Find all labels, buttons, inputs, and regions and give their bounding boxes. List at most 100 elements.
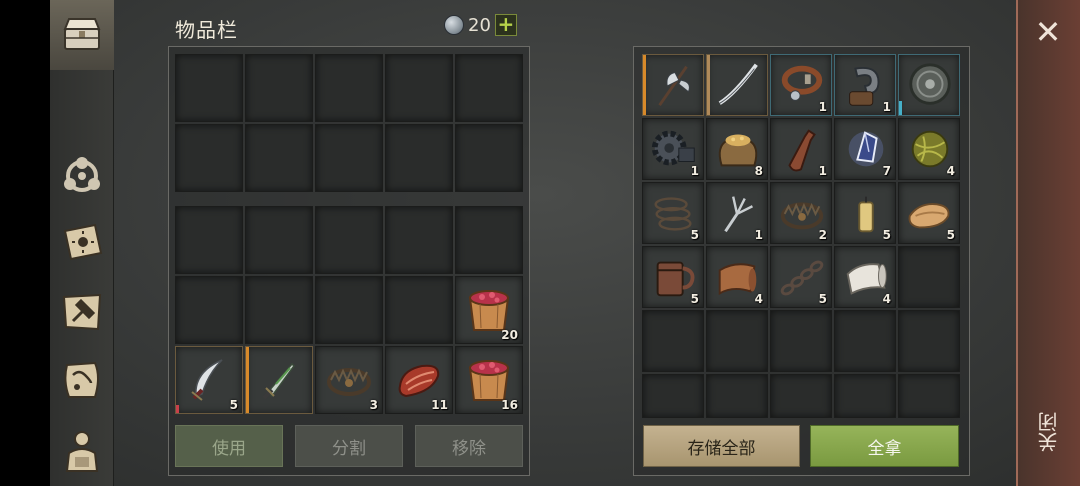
empty-slot[interactable] <box>315 54 383 122</box>
durability-bar <box>707 55 710 115</box>
empty-slot[interactable] <box>834 310 896 372</box>
inventory-slot-green-dagger[interactable] <box>245 346 313 414</box>
storage-slot-candle[interactable]: 5 <box>834 182 896 244</box>
currency-value: 20 <box>468 14 491 36</box>
empty-slot[interactable] <box>175 54 243 122</box>
empty-slot[interactable] <box>898 246 960 308</box>
store-all-button[interactable]: 存储全部 <box>643 425 800 467</box>
inventory-slot-bear-trap[interactable]: 3 <box>315 346 383 414</box>
empty-slot[interactable] <box>770 310 832 372</box>
storage-slot-halberd[interactable] <box>642 54 704 116</box>
storage-slot-herb-ball[interactable]: 4 <box>898 118 960 180</box>
item-quantity: 5 <box>690 228 699 242</box>
durability-bar <box>176 405 179 413</box>
storage-slot-crystal-shard[interactable]: 7 <box>834 118 896 180</box>
currency-display: 20 + <box>444 14 517 36</box>
empty-slot[interactable] <box>706 374 768 418</box>
item-quantity: 1 <box>882 100 891 114</box>
empty-slot[interactable] <box>315 124 383 192</box>
empty-slot[interactable] <box>175 124 243 192</box>
map-scroll-icon[interactable] <box>54 352 110 408</box>
item-quantity: 4 <box>754 292 763 306</box>
dagger-icon <box>262 362 295 400</box>
building-hammer-icon[interactable] <box>54 284 110 340</box>
empty-slot[interactable] <box>175 206 243 274</box>
storage-slot-leather-scroll[interactable]: 4 <box>706 246 768 308</box>
storage-slot-iron-hook[interactable]: 1 <box>834 54 896 116</box>
storage-slot-gear-parts[interactable]: 1 <box>642 118 704 180</box>
inventory-slot-berry-bucket[interactable]: 16 <box>455 346 523 414</box>
empty-slot[interactable] <box>455 124 523 192</box>
item-quantity: 11 <box>431 398 448 412</box>
item-quantity: 1 <box>690 164 699 178</box>
round-shield-icon <box>909 63 951 105</box>
crafting-tree-icon[interactable] <box>54 146 110 202</box>
storage-slot-rope[interactable]: 5 <box>642 182 704 244</box>
add-currency-button[interactable]: + <box>494 14 517 36</box>
storage-slot-paper-scroll[interactable]: 4 <box>834 246 896 308</box>
empty-slot[interactable] <box>245 206 313 274</box>
empty-slot[interactable] <box>315 276 383 344</box>
inventory-slot-scimitar[interactable]: 5 <box>175 346 243 414</box>
empty-slot[interactable] <box>642 310 704 372</box>
empty-slot[interactable] <box>245 54 313 122</box>
empty-slot[interactable] <box>385 206 453 274</box>
empty-slot[interactable] <box>385 124 453 192</box>
storage-slot-bear-trap[interactable]: 2 <box>770 182 832 244</box>
empty-slot[interactable] <box>245 124 313 192</box>
empty-slot[interactable] <box>455 54 523 122</box>
take-all-button[interactable]: 全拿 <box>810 425 959 467</box>
split-button[interactable]: 分割 <box>295 425 403 467</box>
pocket-grid: 20 5 3 11 16 <box>175 206 523 414</box>
item-quantity: 5 <box>946 228 955 242</box>
storage-slot-leather-collar[interactable]: 1 <box>770 54 832 116</box>
scythe-blade-icon <box>718 63 758 105</box>
empty-slot[interactable] <box>385 54 453 122</box>
storage-grid: 1 1 1 8 1 7 4 5 1 2 5 5 5 4 5 4 <box>642 54 960 436</box>
item-quantity: 4 <box>882 292 891 306</box>
empty-slot[interactable] <box>706 310 768 372</box>
empty-slot[interactable] <box>385 276 453 344</box>
storage-slot-folded-cloth[interactable]: 5 <box>898 182 960 244</box>
item-quantity: 5 <box>882 228 891 242</box>
empty-slot[interactable] <box>455 206 523 274</box>
empty-slot[interactable] <box>315 206 383 274</box>
item-quantity: 4 <box>946 164 955 178</box>
letterbox-bar <box>0 0 50 486</box>
journal-sun-icon[interactable] <box>54 214 110 270</box>
durability-bar <box>643 55 646 115</box>
item-quantity: 5 <box>818 292 827 306</box>
item-quantity: 2 <box>818 228 827 242</box>
storage-slot-wooden-mug[interactable]: 5 <box>642 246 704 308</box>
close-label[interactable]: 关闭 <box>1034 412 1062 452</box>
empty-slot[interactable] <box>245 276 313 344</box>
item-quantity: 3 <box>369 398 378 412</box>
storage-slot-grain-sack[interactable]: 8 <box>706 118 768 180</box>
scimitar-icon <box>191 359 223 401</box>
halberd-icon <box>658 65 690 107</box>
close-icon[interactable]: ✕ <box>1030 14 1066 50</box>
remove-button[interactable]: 移除 <box>415 425 523 467</box>
storage-slot-scythe-blade[interactable] <box>706 54 768 116</box>
character-icon[interactable] <box>54 422 110 478</box>
inventory-slot-raw-meat[interactable]: 11 <box>385 346 453 414</box>
empty-slot[interactable] <box>770 374 832 418</box>
item-quantity: 8 <box>754 164 763 178</box>
item-quantity: 16 <box>501 398 518 412</box>
inventory-chest-icon[interactable] <box>54 6 110 62</box>
empty-slot[interactable] <box>898 310 960 372</box>
empty-slot[interactable] <box>175 276 243 344</box>
item-quantity: 1 <box>818 164 827 178</box>
empty-slot[interactable] <box>642 374 704 418</box>
item-quantity: 5 <box>690 292 699 306</box>
inventory-slot-berry-bucket[interactable]: 20 <box>455 276 523 344</box>
item-quantity: 5 <box>229 398 238 412</box>
storage-slot-round-shield[interactable] <box>898 54 960 116</box>
storage-slot-flask[interactable]: 1 <box>770 118 832 180</box>
empty-slot[interactable] <box>834 374 896 418</box>
use-button[interactable]: 使用 <box>175 425 283 467</box>
inventory-title: 物品栏 <box>175 18 238 42</box>
storage-slot-fork[interactable]: 1 <box>706 182 768 244</box>
storage-slot-chain[interactable]: 5 <box>770 246 832 308</box>
empty-slot[interactable] <box>898 374 960 418</box>
